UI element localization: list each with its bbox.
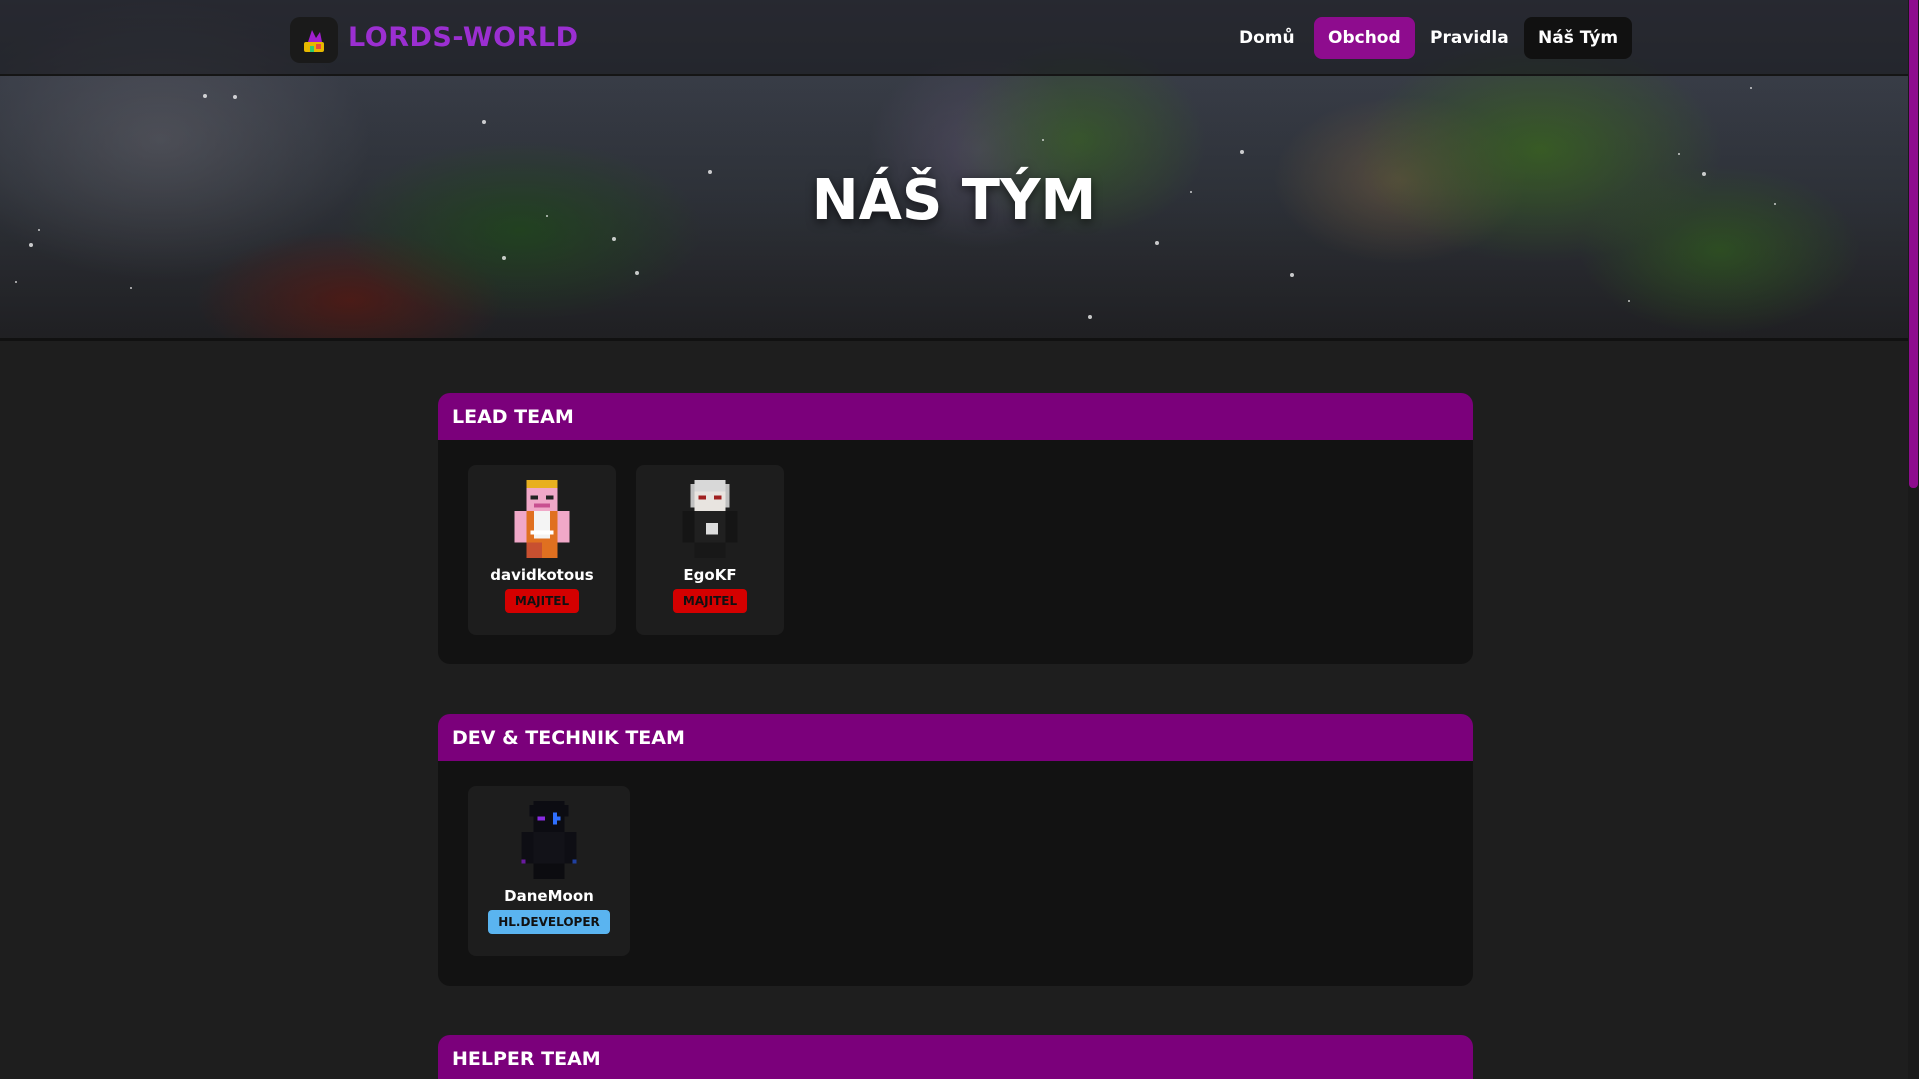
rank-badge: MAJITEL [504, 589, 580, 613]
nav-home[interactable]: Domů [1225, 17, 1309, 59]
snow-particle [1678, 153, 1680, 155]
brand-name[interactable]: LORDS-WORLD [348, 22, 578, 53]
member-card[interactable]: DaneMoon HL.DEVELOPER [468, 786, 630, 956]
nav-shop[interactable]: Obchod [1314, 17, 1415, 59]
snow-particle [29, 243, 33, 247]
snow-particle [482, 120, 486, 124]
player-name: DaneMoon [504, 887, 594, 905]
logo-icon[interactable] [290, 17, 338, 63]
section-body: davidkotous MAJITEL EgoKF MAJITEL [438, 440, 1473, 664]
section-dev-team: DEV & TECHNIK TEAM DaneMoon HL.DEVELOPER [438, 714, 1473, 986]
nav-rules[interactable]: Pravidla [1416, 17, 1523, 59]
page-title: NÁŠ TÝM [811, 168, 1097, 233]
snow-particle [635, 271, 639, 275]
snow-particle [612, 237, 616, 241]
scrollbar-track[interactable] [1908, 0, 1919, 1079]
section-body: DaneMoon HL.DEVELOPER [438, 761, 1473, 986]
snow-particle [1042, 139, 1044, 141]
nav-team[interactable]: Náš Tým [1524, 17, 1633, 59]
section-lead-team: LEAD TEAM davidkotous MAJITEL EgoKF MAJI… [438, 393, 1473, 664]
snow-particle [15, 281, 17, 283]
player-skin-avatar [517, 801, 581, 879]
member-card[interactable]: EgoKF MAJITEL [636, 465, 784, 635]
snow-particle [1088, 315, 1092, 319]
top-navbar: LORDS-WORLD Domů Obchod Pravidla Náš Tým [0, 0, 1908, 76]
section-header: DEV & TECHNIK TEAM [438, 714, 1473, 761]
snow-particle [203, 94, 207, 98]
section-header: LEAD TEAM [438, 393, 1473, 440]
player-skin-avatar [510, 480, 574, 558]
player-skin-avatar [678, 480, 742, 558]
snow-particle [1290, 273, 1294, 277]
member-card[interactable]: davidkotous MAJITEL [468, 465, 616, 635]
snow-particle [1750, 87, 1752, 89]
snow-particle [1240, 150, 1244, 154]
player-name: EgoKF [683, 566, 737, 584]
rank-badge: HL.DEVELOPER [488, 910, 610, 934]
snow-particle [130, 287, 132, 289]
snow-particle [1628, 300, 1630, 302]
rank-badge: MAJITEL [672, 589, 748, 613]
section-header: HELPER TEAM [438, 1035, 1473, 1079]
scrollbar-thumb[interactable] [1909, 0, 1918, 488]
snow-particle [233, 95, 237, 99]
snow-particle [1155, 241, 1159, 245]
player-name: davidkotous [490, 566, 594, 584]
snow-particle [502, 256, 506, 260]
section-helper-team: HELPER TEAM [438, 1035, 1473, 1079]
